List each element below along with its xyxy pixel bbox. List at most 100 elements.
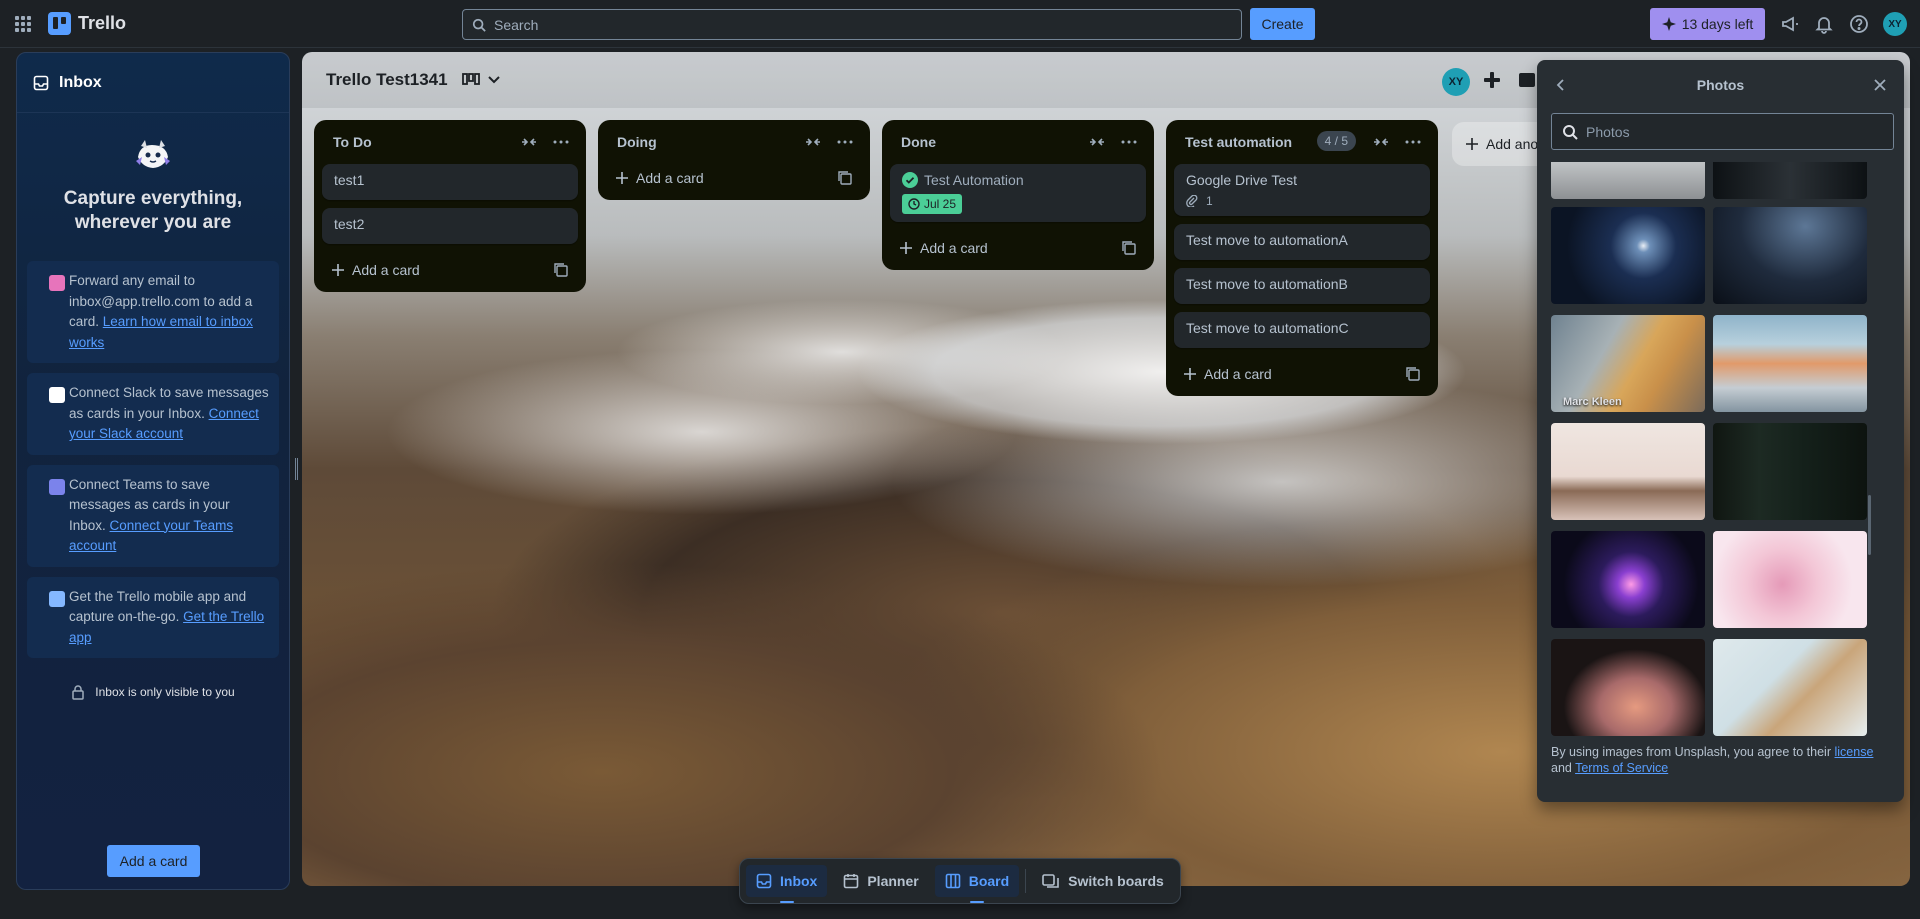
megaphone-icon[interactable] [1780,14,1800,34]
sparkle-icon [1661,17,1676,31]
collapse-list-icon[interactable] [1372,133,1390,151]
inbox-title: Inbox [59,73,102,91]
list-header[interactable]: Doing [606,128,862,156]
bell-icon[interactable] [1814,14,1834,34]
inbox-add-card-button[interactable]: Add a card [107,845,200,877]
power-ups-icon[interactable] [1482,70,1502,90]
due-date-badge[interactable]: Jul 25 [902,194,963,214]
photo-thumbnail[interactable] [1713,423,1867,520]
list-title[interactable]: Done [901,134,936,150]
search-bar[interactable] [462,9,1242,40]
card[interactable]: Test move to automationC [1174,312,1430,348]
photo-thumbnail[interactable] [1713,162,1867,199]
add-card-button[interactable]: Add a card [890,230,1146,266]
privacy-text: Inbox is only visible to you [95,685,235,699]
list-header[interactable]: Test automation 4 / 5 [1174,128,1430,156]
inbox-panel: Inbox Capture everything, wherever you a… [16,52,290,890]
photo-thumbnail[interactable] [1551,162,1705,199]
list-test-automation: Test automation 4 / 5 Google Drive Test … [1166,120,1438,396]
card-template-icon[interactable] [838,171,852,185]
nav-inbox[interactable]: Inbox [746,865,828,903]
photo-thumbnail[interactable] [1713,639,1867,736]
photos-scrollbar[interactable] [1868,495,1871,555]
inbox-icon [33,75,49,91]
collapse-list-icon[interactable] [804,133,822,151]
close-icon[interactable] [1872,77,1888,93]
switch-boards-icon [1042,873,1060,889]
nav-planner[interactable]: Planner [833,865,928,897]
search-icon [1562,124,1578,140]
card-template-icon[interactable] [1122,241,1136,255]
list-title[interactable]: Test automation [1185,134,1292,150]
board-title[interactable]: Trello Test1341 [326,70,448,90]
card[interactable]: Test move to automationB [1174,268,1430,304]
list-title[interactable]: Doing [617,134,657,150]
list-menu-icon[interactable] [836,133,854,151]
nav-switch-boards[interactable]: Switch boards [1032,865,1174,897]
due-date: Jul 25 [924,197,957,211]
card-completed[interactable]: Test Automation Jul 25 [890,164,1146,222]
check-circle-icon[interactable] [902,172,918,188]
card[interactable]: test1 [322,164,578,200]
account-avatar[interactable]: XY [1883,12,1907,36]
trello-logo-icon [48,12,71,35]
bottom-navigation: Inbox Planner Board Switch boards [739,858,1181,904]
collapse-list-icon[interactable] [520,133,538,151]
paperclip-icon [1186,195,1198,207]
search-input[interactable] [494,16,1194,33]
plus-icon [1184,368,1196,380]
photo-thumbnail[interactable] [1713,531,1867,628]
photo-thumbnail[interactable]: Marc Kleen [1551,315,1705,412]
back-arrow-icon[interactable] [1553,77,1569,93]
board-view-icon [461,73,480,87]
list-to-do: To Do test1 test2 Add a card [314,120,586,292]
trial-button[interactable]: 13 days left [1650,8,1765,40]
terms-of-service-link[interactable]: Terms of Service [1575,761,1668,775]
automation-icon[interactable] [1517,70,1537,90]
add-card-label: Add a card [352,262,420,278]
photo-thumbnail[interactable] [1551,639,1705,736]
panel-resize-handle[interactable] [295,458,298,480]
card[interactable]: Google Drive Test 1 [1174,164,1430,216]
list-header[interactable]: To Do [322,128,578,156]
list-menu-icon[interactable] [552,133,570,151]
add-card-button[interactable]: Add a card [1174,356,1430,392]
card[interactable]: Test move to automationA [1174,224,1430,260]
chevron-down-icon [487,76,500,84]
help-icon[interactable] [1849,14,1869,34]
card-template-icon[interactable] [554,263,568,277]
board-views-switcher[interactable] [461,73,500,87]
create-button[interactable]: Create [1250,8,1315,40]
card-list: Test Automation Jul 25 [890,164,1146,222]
collapse-list-icon[interactable] [1088,133,1106,151]
top-bar: Trello Create 13 days left XY [0,0,1920,48]
add-card-label: Add a card [920,240,988,256]
photo-thumbnail[interactable] [1551,531,1705,628]
add-card-button[interactable]: Add a card [322,252,578,288]
photo-thumbnail[interactable] [1551,207,1705,304]
list-menu-icon[interactable] [1120,133,1138,151]
board-member-avatar[interactable]: XY [1442,68,1470,96]
nav-board[interactable]: Board [934,865,1020,903]
card-template-icon[interactable] [1406,367,1420,381]
list-doing: Doing Add a card [598,120,870,200]
attachment-count: 1 [1206,194,1213,208]
list-menu-icon[interactable] [1404,133,1422,151]
photo-thumbnail[interactable] [1551,423,1705,520]
terms-and: and [1551,761,1572,775]
card[interactable]: test2 [322,208,578,244]
list-title[interactable]: To Do [333,134,372,150]
photos-header: Photos [1537,60,1904,110]
trello-logo[interactable]: Trello [48,12,126,35]
photo-search-field[interactable] [1551,113,1894,150]
license-link[interactable]: license [1834,745,1873,759]
inbox-header: Inbox [17,53,289,113]
app-switcher-icon[interactable] [14,15,32,33]
list-header[interactable]: Done [890,128,1146,156]
card-limit-badge: 4 / 5 [1316,131,1356,151]
photo-thumbnail[interactable] [1713,207,1867,304]
inbox-hero: Capture everything, wherever you are [17,113,289,235]
photo-search-input[interactable] [1586,123,1866,140]
add-card-button[interactable]: Add a card [606,160,862,196]
photo-thumbnail[interactable] [1713,315,1867,412]
